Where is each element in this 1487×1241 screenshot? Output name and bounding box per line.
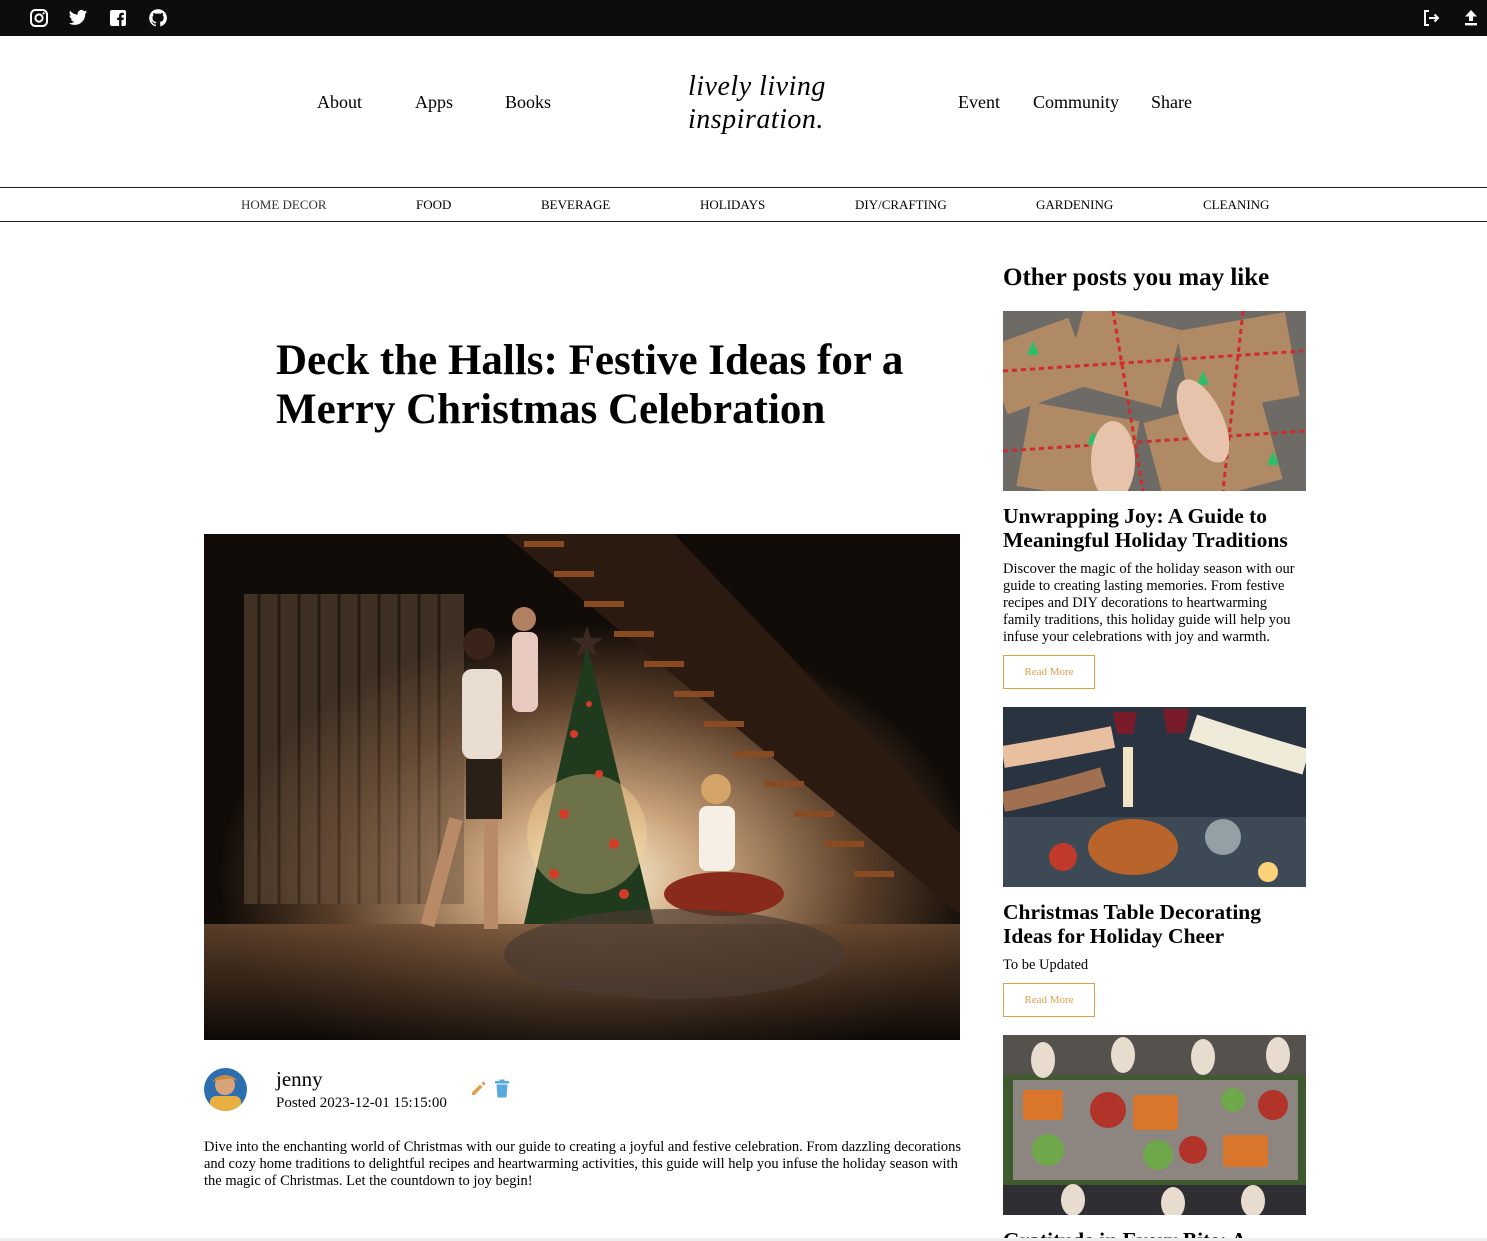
- site-header: About Apps Books lively living inspirati…: [0, 36, 1487, 187]
- pencil-icon[interactable]: [470, 1079, 488, 1097]
- article-title: Deck the Halls: Festive Ideas for a Merr…: [276, 337, 904, 433]
- read-more-button[interactable]: Read More: [1003, 655, 1095, 689]
- post-card-image[interactable]: [1003, 1035, 1306, 1215]
- logout-icon[interactable]: [1421, 8, 1441, 28]
- post-card-image[interactable]: [1003, 311, 1306, 491]
- category-food[interactable]: FOOD: [416, 197, 451, 213]
- post-card-title[interactable]: Unwrapping Joy: A Guide to Meaningful Ho…: [1003, 504, 1303, 552]
- post-card-title[interactable]: Christmas Table Decorating Ideas for Hol…: [1003, 900, 1303, 948]
- category-holidays[interactable]: HOLIDAYS: [700, 197, 765, 213]
- nav-community[interactable]: Community: [1033, 92, 1119, 113]
- category-cleaning[interactable]: CLEANING: [1203, 197, 1269, 213]
- category-gardening[interactable]: GARDENING: [1036, 197, 1113, 213]
- top-bar: [0, 0, 1487, 36]
- author-avatar[interactable]: [204, 1068, 247, 1111]
- instagram-icon[interactable]: [29, 8, 49, 28]
- category-diy-crafting[interactable]: DIY/CRAFTING: [855, 197, 947, 213]
- post-card-image[interactable]: [1003, 707, 1306, 887]
- logo-line-2: inspiration.: [688, 104, 824, 135]
- trash-icon[interactable]: [494, 1079, 510, 1098]
- nav-apps[interactable]: Apps: [415, 92, 453, 113]
- post-card-description: To be Updated: [1003, 957, 1089, 973]
- sidebar-heading: Other posts you may like: [1003, 264, 1270, 291]
- twitter-icon[interactable]: [68, 8, 88, 28]
- nav-event[interactable]: Event: [958, 92, 1000, 113]
- category-beverage[interactable]: BEVERAGE: [541, 197, 610, 213]
- author-name[interactable]: jenny: [276, 1067, 323, 1092]
- category-home-decor[interactable]: HOME DECOR: [241, 197, 327, 213]
- logo-line-1: lively living: [688, 71, 826, 102]
- site-logo[interactable]: lively living inspiration.: [688, 70, 826, 136]
- post-date: Posted 2023-12-01 15:15:00: [276, 1095, 447, 1111]
- nav-books[interactable]: Books: [505, 92, 551, 113]
- github-icon[interactable]: [148, 8, 168, 28]
- facebook-icon[interactable]: [108, 8, 128, 28]
- upload-icon[interactable]: [1461, 8, 1481, 28]
- post-card-description: Discover the magic of the holiday season…: [1003, 561, 1295, 645]
- nav-about[interactable]: About: [317, 92, 362, 113]
- article-hero-image: [204, 534, 960, 1040]
- article-body: Dive into the enchanting world of Christ…: [204, 1139, 962, 1189]
- nav-share[interactable]: Share: [1151, 92, 1192, 113]
- category-bar: HOME DECOR FOOD BEVERAGE HOLIDAYS DIY/CR…: [0, 187, 1487, 222]
- read-more-button[interactable]: Read More: [1003, 983, 1095, 1017]
